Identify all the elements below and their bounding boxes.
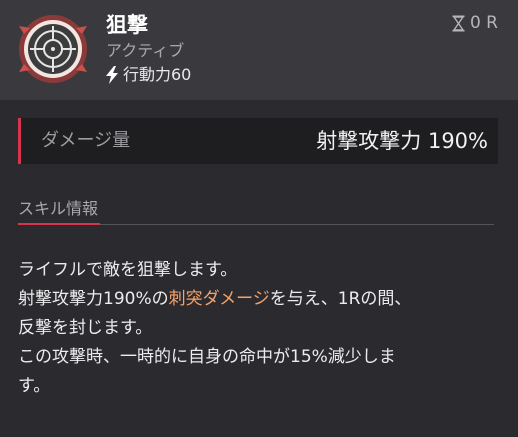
skill-header: 狙撃 アクティブ 行動力60 0 R: [0, 0, 518, 100]
section-title: スキル情報: [18, 199, 99, 218]
skill-type: アクティブ: [106, 41, 185, 60]
description-line: す。: [18, 376, 51, 396]
damage-value: 射撃攻撃力 190%: [316, 129, 488, 153]
skill-description: ライフルで敵を狙撃します。 射撃攻撃力190%の刺突ダメージを与え、1Rの間、 …: [18, 256, 502, 401]
description-line: 射撃攻撃力190%の刺突ダメージを与え、1Rの間、: [18, 285, 502, 314]
description-line: この攻撃時、一時的に自身の命中が15%減少しま: [18, 347, 396, 367]
hourglass-icon: [452, 15, 465, 32]
description-line: ライフルで敵を狙撃します。: [18, 260, 238, 280]
cooldown-indicator: 0 R: [452, 12, 498, 34]
cooldown-value: 0 R: [469, 13, 498, 33]
damage-label: ダメージ量: [41, 130, 131, 151]
description-text: を与え、1Rの間、: [269, 289, 412, 309]
action-point-cost: 行動力60: [104, 64, 191, 86]
damage-row: ダメージ量 射撃攻撃力 190%: [18, 118, 498, 164]
skill-name: 狙撃: [106, 13, 148, 37]
damage-type-highlight: 刺突ダメージ: [168, 289, 270, 309]
description-line: 反撃を封じます。: [18, 318, 153, 338]
section-divider-accent: [18, 223, 100, 225]
action-point-label: 行動力60: [123, 65, 192, 84]
lightning-bolt-icon: [104, 66, 120, 84]
description-text: 射撃攻撃力190%の: [18, 289, 169, 309]
crosshair-icon: [18, 14, 88, 84]
